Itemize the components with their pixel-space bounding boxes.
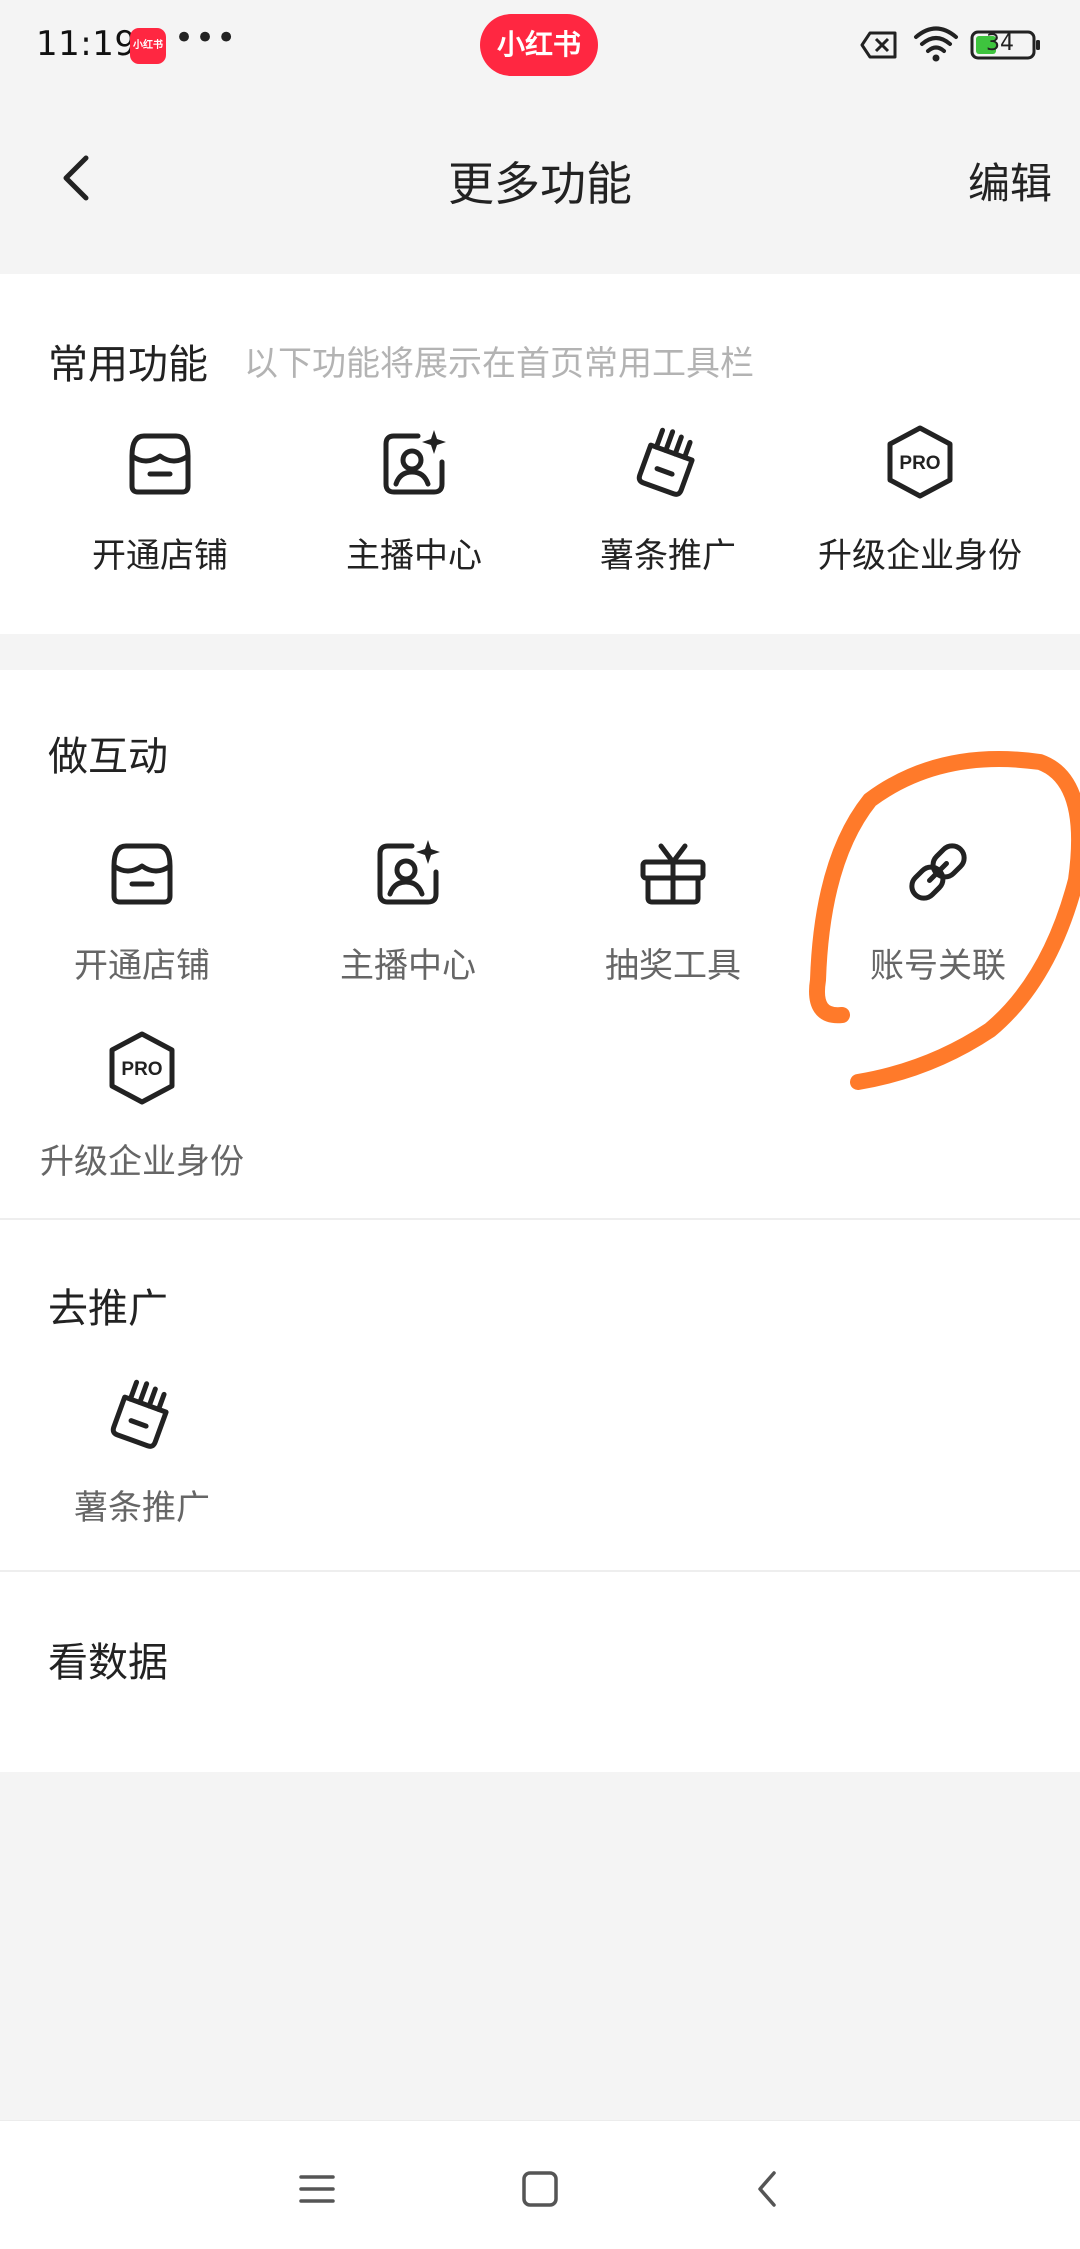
- back-triangle-icon[interactable]: [738, 2159, 798, 2219]
- wifi-icon: [914, 26, 958, 62]
- interact-item-open-store[interactable]: 开通店铺: [2, 832, 282, 987]
- battery-level: 34: [986, 31, 1014, 56]
- section-hint-common: 以下功能将展示在首页常用工具栏: [244, 344, 754, 384]
- common-item-upgrade-enterprise[interactable]: PRO 升级企业身份: [780, 422, 1060, 577]
- status-time: 11:19: [36, 24, 137, 64]
- status-bar: 11:19 小红书 ••• 小红书 34: [0, 0, 1080, 96]
- section-title-interact: 做互动: [48, 734, 168, 780]
- section-title-data: 看数据: [48, 1640, 168, 1686]
- common-functions-section: 常用功能 以下功能将展示在首页常用工具栏 开通店铺 主播中心 薯条推广 PRO …: [0, 274, 1080, 634]
- interaction-section: 做互动 开通店铺 主播中心 抽奖工具 账号关联 PRO 升级企业身份: [0, 670, 1080, 1220]
- item-label: 薯条推广: [74, 1488, 210, 1528]
- system-navigation-bar: [0, 2120, 1080, 2249]
- menu-icon[interactable]: [287, 2159, 347, 2219]
- edit-button[interactable]: 编辑: [968, 150, 1052, 211]
- item-label: 账号关联: [870, 946, 1006, 986]
- section-title-common: 常用功能: [48, 342, 208, 388]
- item-label: 薯条推广: [600, 536, 736, 576]
- store-icon: [129, 433, 191, 495]
- data-section[interactable]: 看数据: [0, 1572, 1080, 1772]
- anchor-center-icon: [377, 840, 440, 905]
- battery-indicator: 34: [970, 30, 1042, 60]
- item-label: 升级企业身份: [40, 1142, 244, 1182]
- item-label: 抽奖工具: [605, 946, 741, 986]
- notification-app-badge: 小红书: [130, 28, 166, 64]
- item-label: 升级企业身份: [818, 536, 1022, 576]
- xiaohongshu-logo: 小红书: [480, 14, 598, 76]
- svg-text:PRO: PRO: [899, 453, 940, 474]
- anchor-center-icon: [383, 430, 446, 495]
- gift-icon: [640, 843, 706, 905]
- page-title: 更多功能: [448, 157, 632, 211]
- pro-badge-icon: PRO: [109, 1031, 175, 1105]
- promote-item-fries-promo[interactable]: 薯条推广: [2, 1374, 282, 1529]
- interact-item-upgrade-enterprise[interactable]: PRO 升级企业身份: [2, 1028, 282, 1183]
- fries-promo-icon: [110, 1379, 169, 1449]
- interact-item-anchor-center[interactable]: 主播中心: [268, 832, 548, 987]
- fries-promo-icon: [636, 427, 695, 497]
- item-label: 主播中心: [346, 536, 482, 576]
- common-item-open-store[interactable]: 开通店铺: [20, 422, 300, 577]
- no-sim-icon: [860, 31, 897, 59]
- link-icon: [909, 843, 967, 901]
- common-item-anchor-center[interactable]: 主播中心: [274, 422, 554, 577]
- common-item-fries-promo[interactable]: 薯条推广: [528, 422, 808, 577]
- store-icon: [111, 843, 173, 905]
- item-label: 主播中心: [340, 946, 476, 986]
- interact-item-account-link[interactable]: 账号关联: [798, 832, 1078, 987]
- item-label: 开通店铺: [74, 946, 210, 986]
- pro-badge-icon: PRO: [887, 425, 953, 499]
- svg-text:PRO: PRO: [121, 1059, 162, 1080]
- section-title-promote: 去推广: [48, 1286, 168, 1332]
- home-square-icon[interactable]: [510, 2159, 570, 2219]
- item-label: 开通店铺: [92, 536, 228, 576]
- more-notifications-indicator: •••: [174, 18, 238, 58]
- interact-item-lottery-tool[interactable]: 抽奖工具: [533, 832, 813, 987]
- promotion-section: 去推广 薯条推广: [0, 1220, 1080, 1572]
